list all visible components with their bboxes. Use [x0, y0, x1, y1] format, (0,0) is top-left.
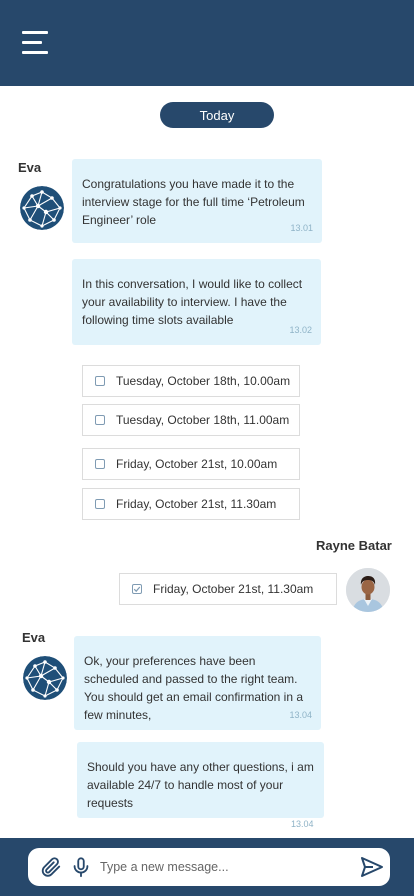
sender-name: Eva — [18, 160, 42, 175]
checked-checkbox-icon — [132, 584, 142, 594]
message-composer — [28, 848, 390, 886]
bot-message: Ok, your preferences have been scheduled… — [74, 636, 321, 730]
time-slot-label: Tuesday, October 18th, 10.00am — [116, 374, 291, 388]
message-timestamp: 13.01 — [290, 223, 313, 233]
message-timestamp: 13.04 — [291, 819, 314, 829]
paperclip-icon[interactable] — [40, 856, 62, 878]
message-text: Should you have any other questions, i a… — [87, 760, 314, 810]
sender-name: Eva — [22, 630, 46, 645]
time-slot-label: Tuesday, October 18th, 11.00am — [116, 413, 290, 427]
message-timestamp: 13.02 — [289, 325, 312, 335]
checkbox[interactable] — [95, 499, 105, 509]
hamburger-menu-icon[interactable] — [22, 31, 48, 55]
send-icon[interactable] — [360, 856, 384, 878]
bot-message: Congratulations you have made it to the … — [72, 159, 322, 243]
message-text: In this conversation, I would like to co… — [82, 277, 303, 327]
message-timestamp: 13.04 — [289, 710, 312, 720]
checkbox[interactable] — [95, 415, 105, 425]
user-selected-slot: Friday, October 21st, 11.30am — [119, 573, 337, 605]
time-slot-option[interactable]: Friday, October 21st, 10.00am — [82, 448, 300, 480]
bot-avatar — [20, 186, 64, 230]
bot-message: Should you have any other questions, i a… — [77, 742, 324, 818]
checkbox[interactable] — [95, 376, 105, 386]
time-slot-label: Friday, October 21st, 10.00am — [116, 457, 278, 471]
time-slot-label: Friday, October 21st, 11.30am — [116, 497, 277, 511]
time-slot-option[interactable]: Tuesday, October 18th, 10.00am — [82, 365, 300, 397]
app-header — [0, 0, 414, 86]
message-input[interactable] — [100, 857, 340, 877]
bot-avatar — [23, 656, 67, 700]
bot-message: In this conversation, I would like to co… — [72, 259, 321, 345]
time-slot-option[interactable]: Tuesday, October 18th, 11.00am — [82, 404, 300, 436]
checkbox[interactable] — [95, 459, 105, 469]
message-text: Ok, your preferences have been scheduled… — [84, 654, 304, 722]
time-slot-label: Friday, October 21st, 11.30am — [153, 582, 314, 596]
sender-name: Rayne Batar — [316, 538, 392, 553]
date-separator: Today — [160, 102, 274, 128]
message-text: Congratulations you have made it to the … — [82, 177, 305, 227]
microphone-icon[interactable] — [70, 856, 92, 878]
user-avatar — [346, 568, 390, 612]
time-slot-option[interactable]: Friday, October 21st, 11.30am — [82, 488, 300, 520]
